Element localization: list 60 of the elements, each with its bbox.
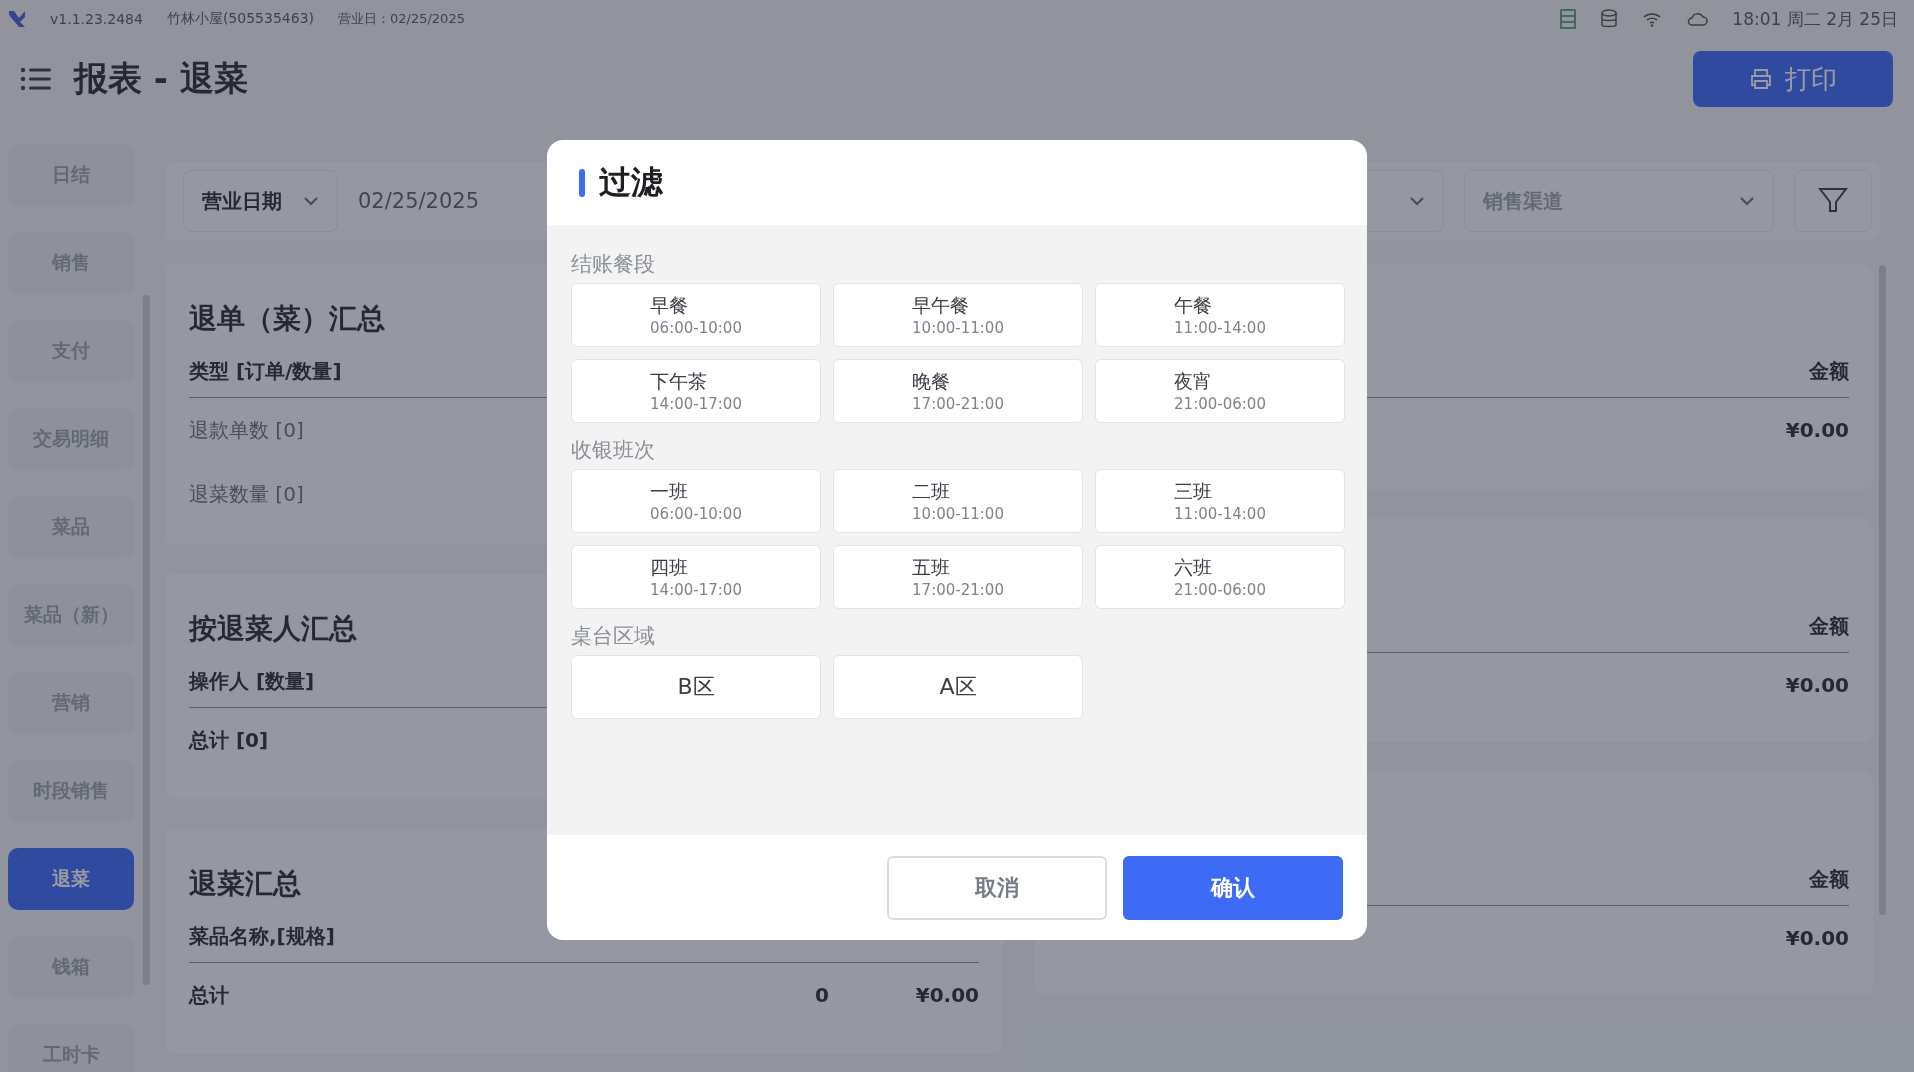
confirm-button[interactable]: 确认 xyxy=(1123,855,1343,920)
spreadsheet-icon xyxy=(1560,9,1577,29)
app-version: v1.1.23.2484 xyxy=(50,11,143,27)
column-header: 金额 xyxy=(1809,613,1849,640)
table-cell: 总计 xyxy=(189,981,229,1009)
column-header: 类型 [订单/数量] xyxy=(189,358,342,385)
option-chip[interactable]: 一班 06:00-10:00 xyxy=(571,469,821,533)
chevron-icon xyxy=(1409,196,1425,206)
column-header: 金额 xyxy=(1809,358,1849,385)
chevron-icon xyxy=(1739,196,1755,206)
card-title: 按退菜人汇总 xyxy=(189,611,357,647)
printer-icon xyxy=(1749,67,1773,91)
filter-icon xyxy=(1818,187,1848,215)
table-cell: 总计 [0] xyxy=(189,726,269,754)
business-day: 营业日：02/25/2025 xyxy=(338,10,465,28)
table-cell: 退菜数量 [0] xyxy=(189,480,304,508)
option-chip[interactable]: 午餐 11:00-14:00 xyxy=(1095,283,1345,347)
card-title: 退单（菜）汇总 xyxy=(189,301,385,337)
filter-button[interactable] xyxy=(1794,170,1872,232)
table-cell-text: 0 xyxy=(814,983,829,1007)
cloud-icon xyxy=(1686,12,1709,26)
wifi-icon xyxy=(1642,11,1663,27)
database-icon xyxy=(1600,9,1619,29)
option-chip[interactable]: 四班 14:00-17:00 xyxy=(571,545,821,609)
option-chip[interactable]: 早午餐 10:00-11:00 xyxy=(833,283,1083,347)
date-type-select[interactable]: 营业日期 xyxy=(183,170,338,232)
table-cell: 退款单数 [0] xyxy=(189,416,304,444)
menu-icon[interactable] xyxy=(20,67,52,91)
card-title: 退菜汇总 xyxy=(189,866,301,902)
section-title: 桌台区域 xyxy=(571,623,655,650)
table-cell: ¥0.00 xyxy=(1785,673,1849,697)
column-header: 金额 xyxy=(1809,866,1849,893)
print-button[interactable]: 打印 xyxy=(1693,51,1893,107)
store-name: 竹林小屋(505535463) xyxy=(166,10,314,28)
dialog-title: 过滤 xyxy=(599,161,663,203)
option-chip[interactable]: 夜宵 21:00-06:00 xyxy=(1095,359,1345,423)
option-chip[interactable]: 早餐 06:00-10:00 xyxy=(571,283,821,347)
table-cell: ¥0.00 xyxy=(1785,926,1849,950)
date-value[interactable]: 02/25/2025 xyxy=(358,189,480,213)
option-chip[interactable]: 二班 10:00-11:00 xyxy=(833,469,1083,533)
column-header: 操作人 [数量] xyxy=(189,668,315,695)
option-chip[interactable]: B区 xyxy=(571,655,821,719)
cancel-button[interactable]: 取消 xyxy=(887,855,1107,920)
option-chip[interactable]: 六班 21:00-06:00 xyxy=(1095,545,1345,609)
option-chip[interactable]: 晚餐 17:00-21:00 xyxy=(833,359,1083,423)
section-title: 收银班次 xyxy=(571,437,655,464)
clock: 18:01 周二 2月 25日 xyxy=(1732,7,1898,31)
option-chip[interactable]: 三班 11:00-14:00 xyxy=(1095,469,1345,533)
table-cell-text: ¥0.00 xyxy=(914,983,979,1007)
option-chip[interactable]: 五班 17:00-21:00 xyxy=(833,545,1083,609)
page-title: 报表 - 退菜 xyxy=(74,57,248,100)
option-chip[interactable]: 下午茶 14:00-17:00 xyxy=(571,359,821,423)
logo-icon xyxy=(8,10,26,28)
section-title: 结账餐段 xyxy=(571,251,655,278)
sidebar-item[interactable]: 退菜 xyxy=(8,848,134,910)
column-header: 菜品名称,[规格] xyxy=(189,923,335,950)
accent-bar xyxy=(579,168,585,197)
table-cell: ¥0.00 xyxy=(1785,418,1849,442)
option-chip[interactable]: A区 xyxy=(833,655,1083,719)
chevron-icon xyxy=(303,196,319,206)
